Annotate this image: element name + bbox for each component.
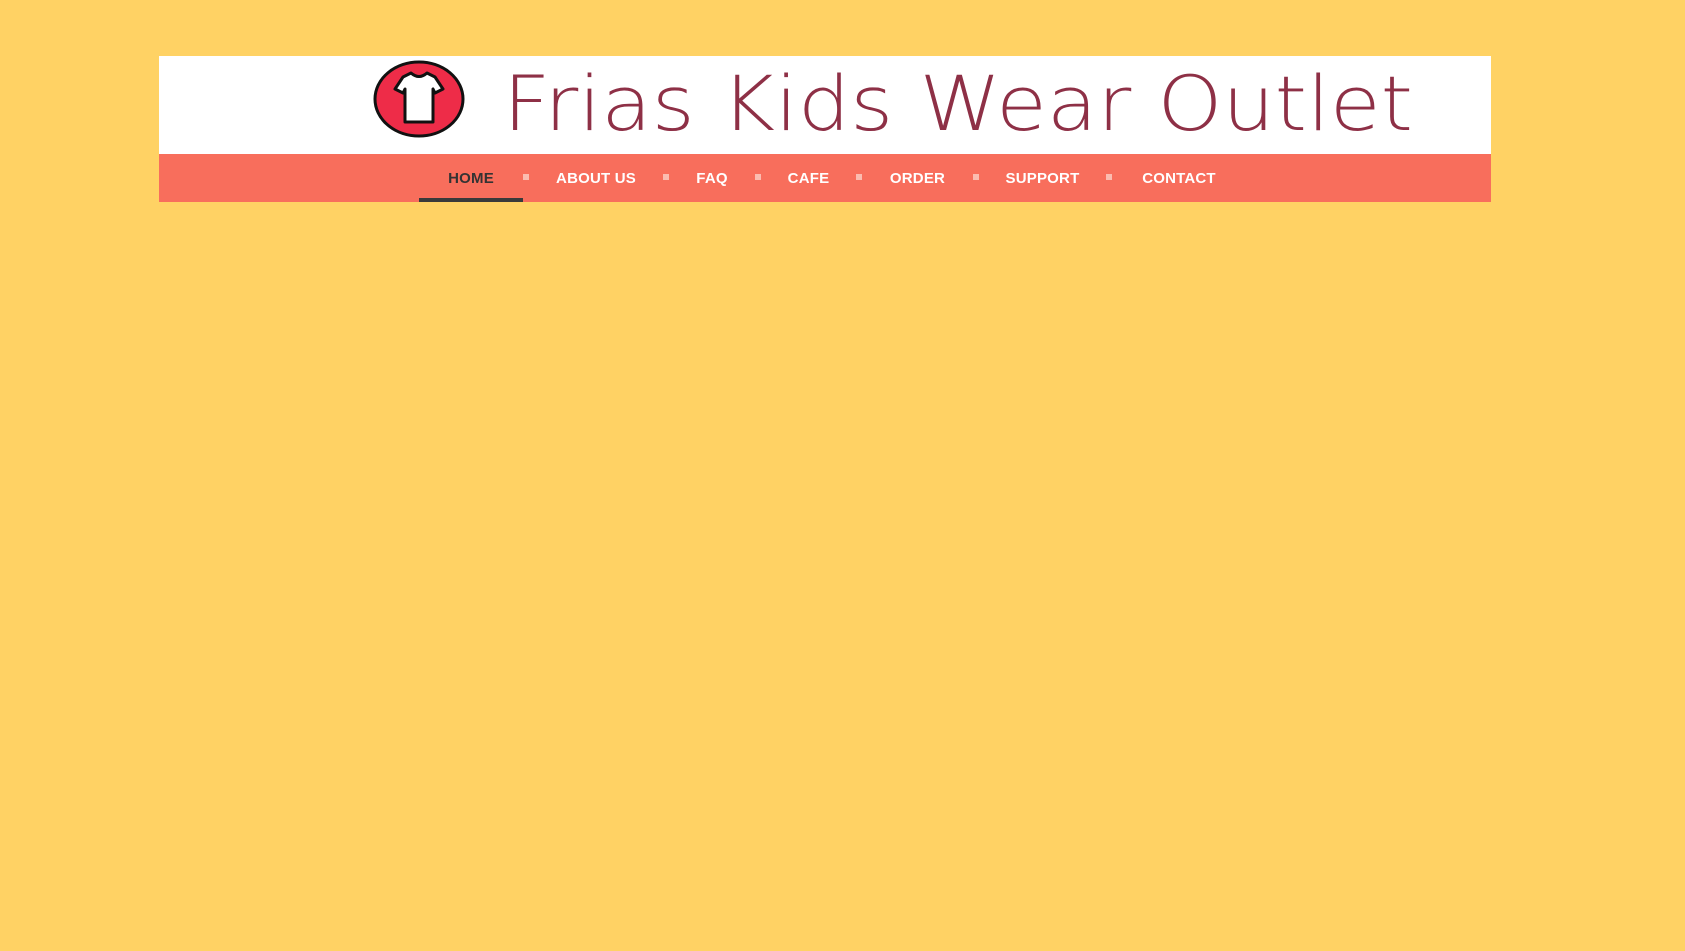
nav-item-cafe[interactable]: CAFE [761,154,856,202]
nav-items: HOME ABOUT US FAQ CAFE ORDER SUPPORT CON… [419,154,1246,202]
site-container: Frias Kids Wear Outlet HOME ABOUT US FAQ… [159,56,1491,202]
nav-item-contact[interactable]: CONTACT [1112,154,1246,202]
main-nav: HOME ABOUT US FAQ CAFE ORDER SUPPORT CON… [159,154,1491,202]
nav-item-order[interactable]: ORDER [862,154,973,202]
nav-item-support[interactable]: SUPPORT [979,154,1106,202]
site-logo-wordmark: Frias Kids Wear Outlet [503,64,1413,148]
site-title: Frias Kids Wear Outlet [503,64,1413,148]
header-banner[interactable]: Frias Kids Wear Outlet [159,56,1491,154]
nav-item-home[interactable]: HOME [419,154,523,202]
nav-item-faq[interactable]: FAQ [669,154,755,202]
nav-item-about-us[interactable]: ABOUT US [529,154,663,202]
tshirt-icon[interactable] [373,60,465,138]
